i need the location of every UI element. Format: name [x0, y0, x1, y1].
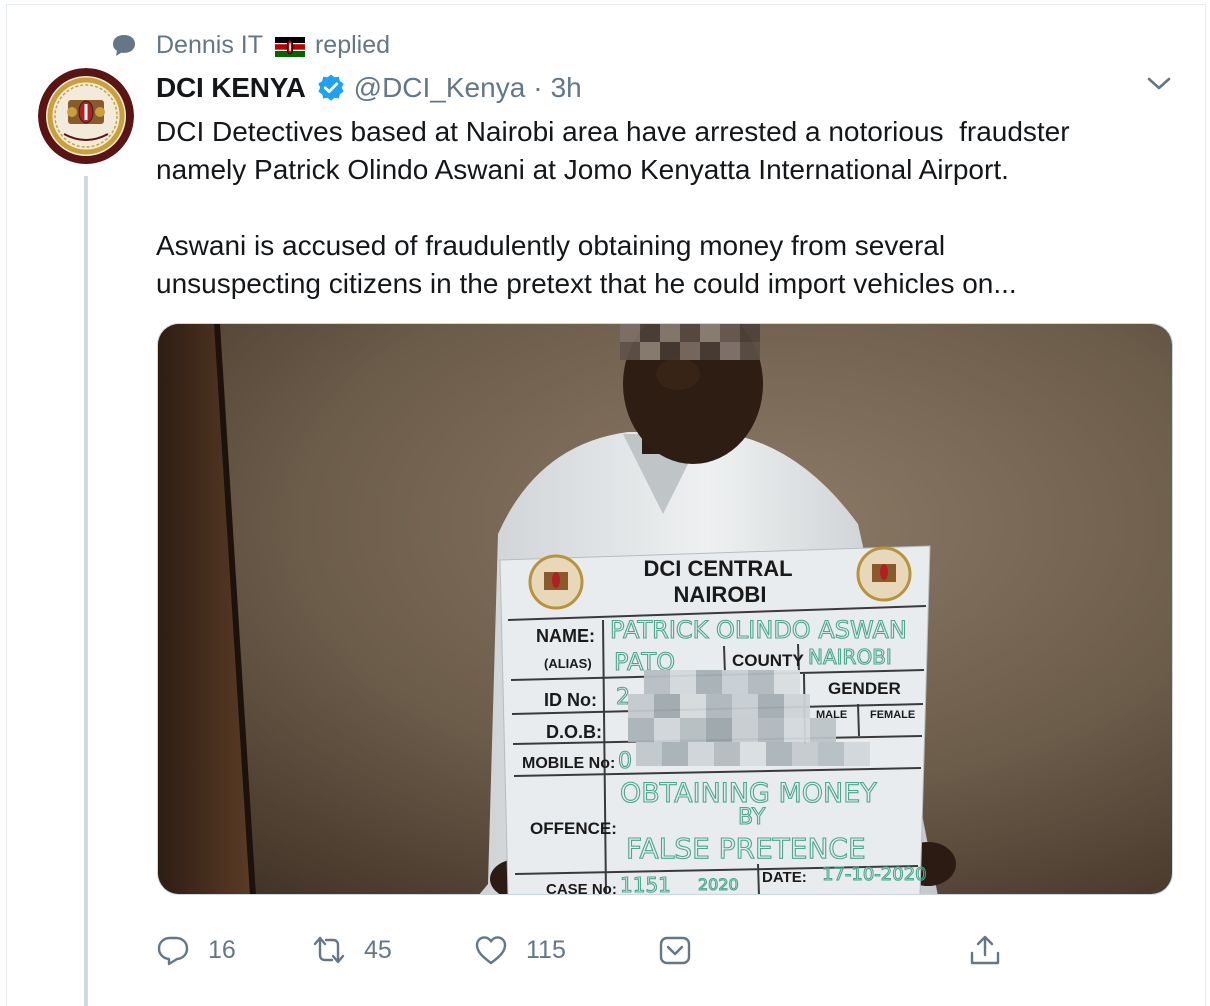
board-hw-case: 1151	[620, 873, 671, 895]
retweet-count: 45	[364, 935, 392, 964]
board-hw-offence-2: BY	[738, 805, 766, 830]
tweet-paragraph: Aswani is accused of fraudulently obtain…	[156, 230, 1017, 299]
share-icon	[970, 935, 1000, 965]
board-label-dob: D.O.B:	[546, 722, 602, 742]
board-label-date: DATE:	[762, 869, 807, 886]
avatar[interactable]	[38, 68, 134, 164]
board-hw-mobile: 0	[618, 749, 632, 774]
tweet-text: DCI Detectives based at Nairobi area hav…	[156, 113, 1186, 303]
board-label-gender: GENDER	[828, 679, 901, 698]
tweet-actions: 16 45 115	[156, 928, 1016, 972]
board-label-county: COUNTY	[732, 651, 804, 670]
board-label-alias: (ALIAS)	[544, 656, 592, 671]
timestamp[interactable]: 3h	[551, 72, 582, 104]
like-heart-icon	[475, 936, 507, 965]
chevron-down-icon[interactable]	[1146, 74, 1172, 94]
social-context-user[interactable]: Dennis IT	[156, 31, 263, 60]
reply-icon	[157, 936, 189, 966]
board-label-female: FEMALE	[870, 709, 915, 721]
user-handle[interactable]: @DCI_Kenya	[354, 72, 526, 104]
social-context-action: replied	[314, 30, 391, 59]
board-hw-name: PATRICK OLINDO ASWAN	[610, 616, 907, 644]
social-context: Dennis IT replied	[110, 30, 390, 60]
board-hw-case-year: 2020	[698, 875, 739, 894]
board-label-offence: OFFENCE:	[530, 819, 617, 838]
reply-button[interactable]: 16	[156, 928, 236, 972]
reply-bubble-icon	[113, 35, 135, 56]
board-hw-county: NAIROBI	[808, 645, 892, 669]
thread-line	[84, 176, 88, 1006]
kenya-flag-icon	[274, 35, 305, 57]
verified-badge-icon	[318, 74, 344, 101]
save-icon	[659, 936, 691, 965]
board-title-2: NAIROBI	[674, 582, 767, 607]
tweet-photo[interactable]: DCI CENTRAL NAIROBI NAME: (ALIAS) ID No:…	[157, 323, 1173, 895]
reply-count: 16	[208, 935, 236, 964]
like-button[interactable]: 115	[474, 928, 566, 972]
display-name[interactable]: DCI KENYA	[156, 72, 306, 104]
tweet-header: DCI KENYA @DCI_Kenya · 3h	[156, 70, 582, 106]
board-hw-offence-3: FALSE PRETENCE	[626, 832, 866, 865]
save-button[interactable]	[658, 928, 710, 972]
board-hw-id: 2	[616, 685, 630, 710]
retweet-icon	[313, 936, 345, 964]
tweet-paragraph: DCI Detectives based at Nairobi area hav…	[156, 116, 1070, 185]
board-title-1: DCI CENTRAL	[643, 556, 792, 581]
separator-dot: ·	[533, 72, 543, 103]
board-label-case: CASE No:	[546, 881, 617, 895]
like-count: 115	[526, 935, 566, 964]
board-hw-date: 17-10-2020	[822, 864, 927, 885]
board-label-name: NAME:	[536, 626, 595, 646]
retweet-button[interactable]: 45	[312, 928, 392, 972]
board-label-id: ID No:	[544, 690, 597, 710]
board-label-mobile: MOBILE No:	[522, 755, 615, 772]
share-button[interactable]	[968, 928, 1020, 972]
